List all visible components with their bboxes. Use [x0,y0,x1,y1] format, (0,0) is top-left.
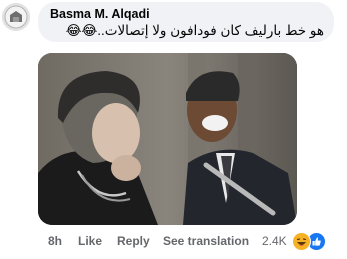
avatar-image [2,3,30,31]
avatar[interactable] [2,3,30,31]
see-translation-link[interactable]: See translation [163,234,249,248]
haha-icon [292,232,311,251]
comment-timestamp[interactable]: 8h [48,234,62,248]
reaction-count: 2.4K [262,234,287,248]
reply-link[interactable]: Reply [117,234,150,248]
like-link[interactable]: Like [78,234,102,248]
comment-bubble: Basma M. Alqadi هو خط بارليف كان فودافون… [38,2,334,42]
comment-photo[interactable] [38,53,297,225]
photo-image [38,53,297,225]
comment-author-name[interactable]: Basma M. Alqadi [50,7,150,21]
comment-text: هو خط بارليف كان فودافون ولا إتصالات..😂😂 [65,23,324,38]
